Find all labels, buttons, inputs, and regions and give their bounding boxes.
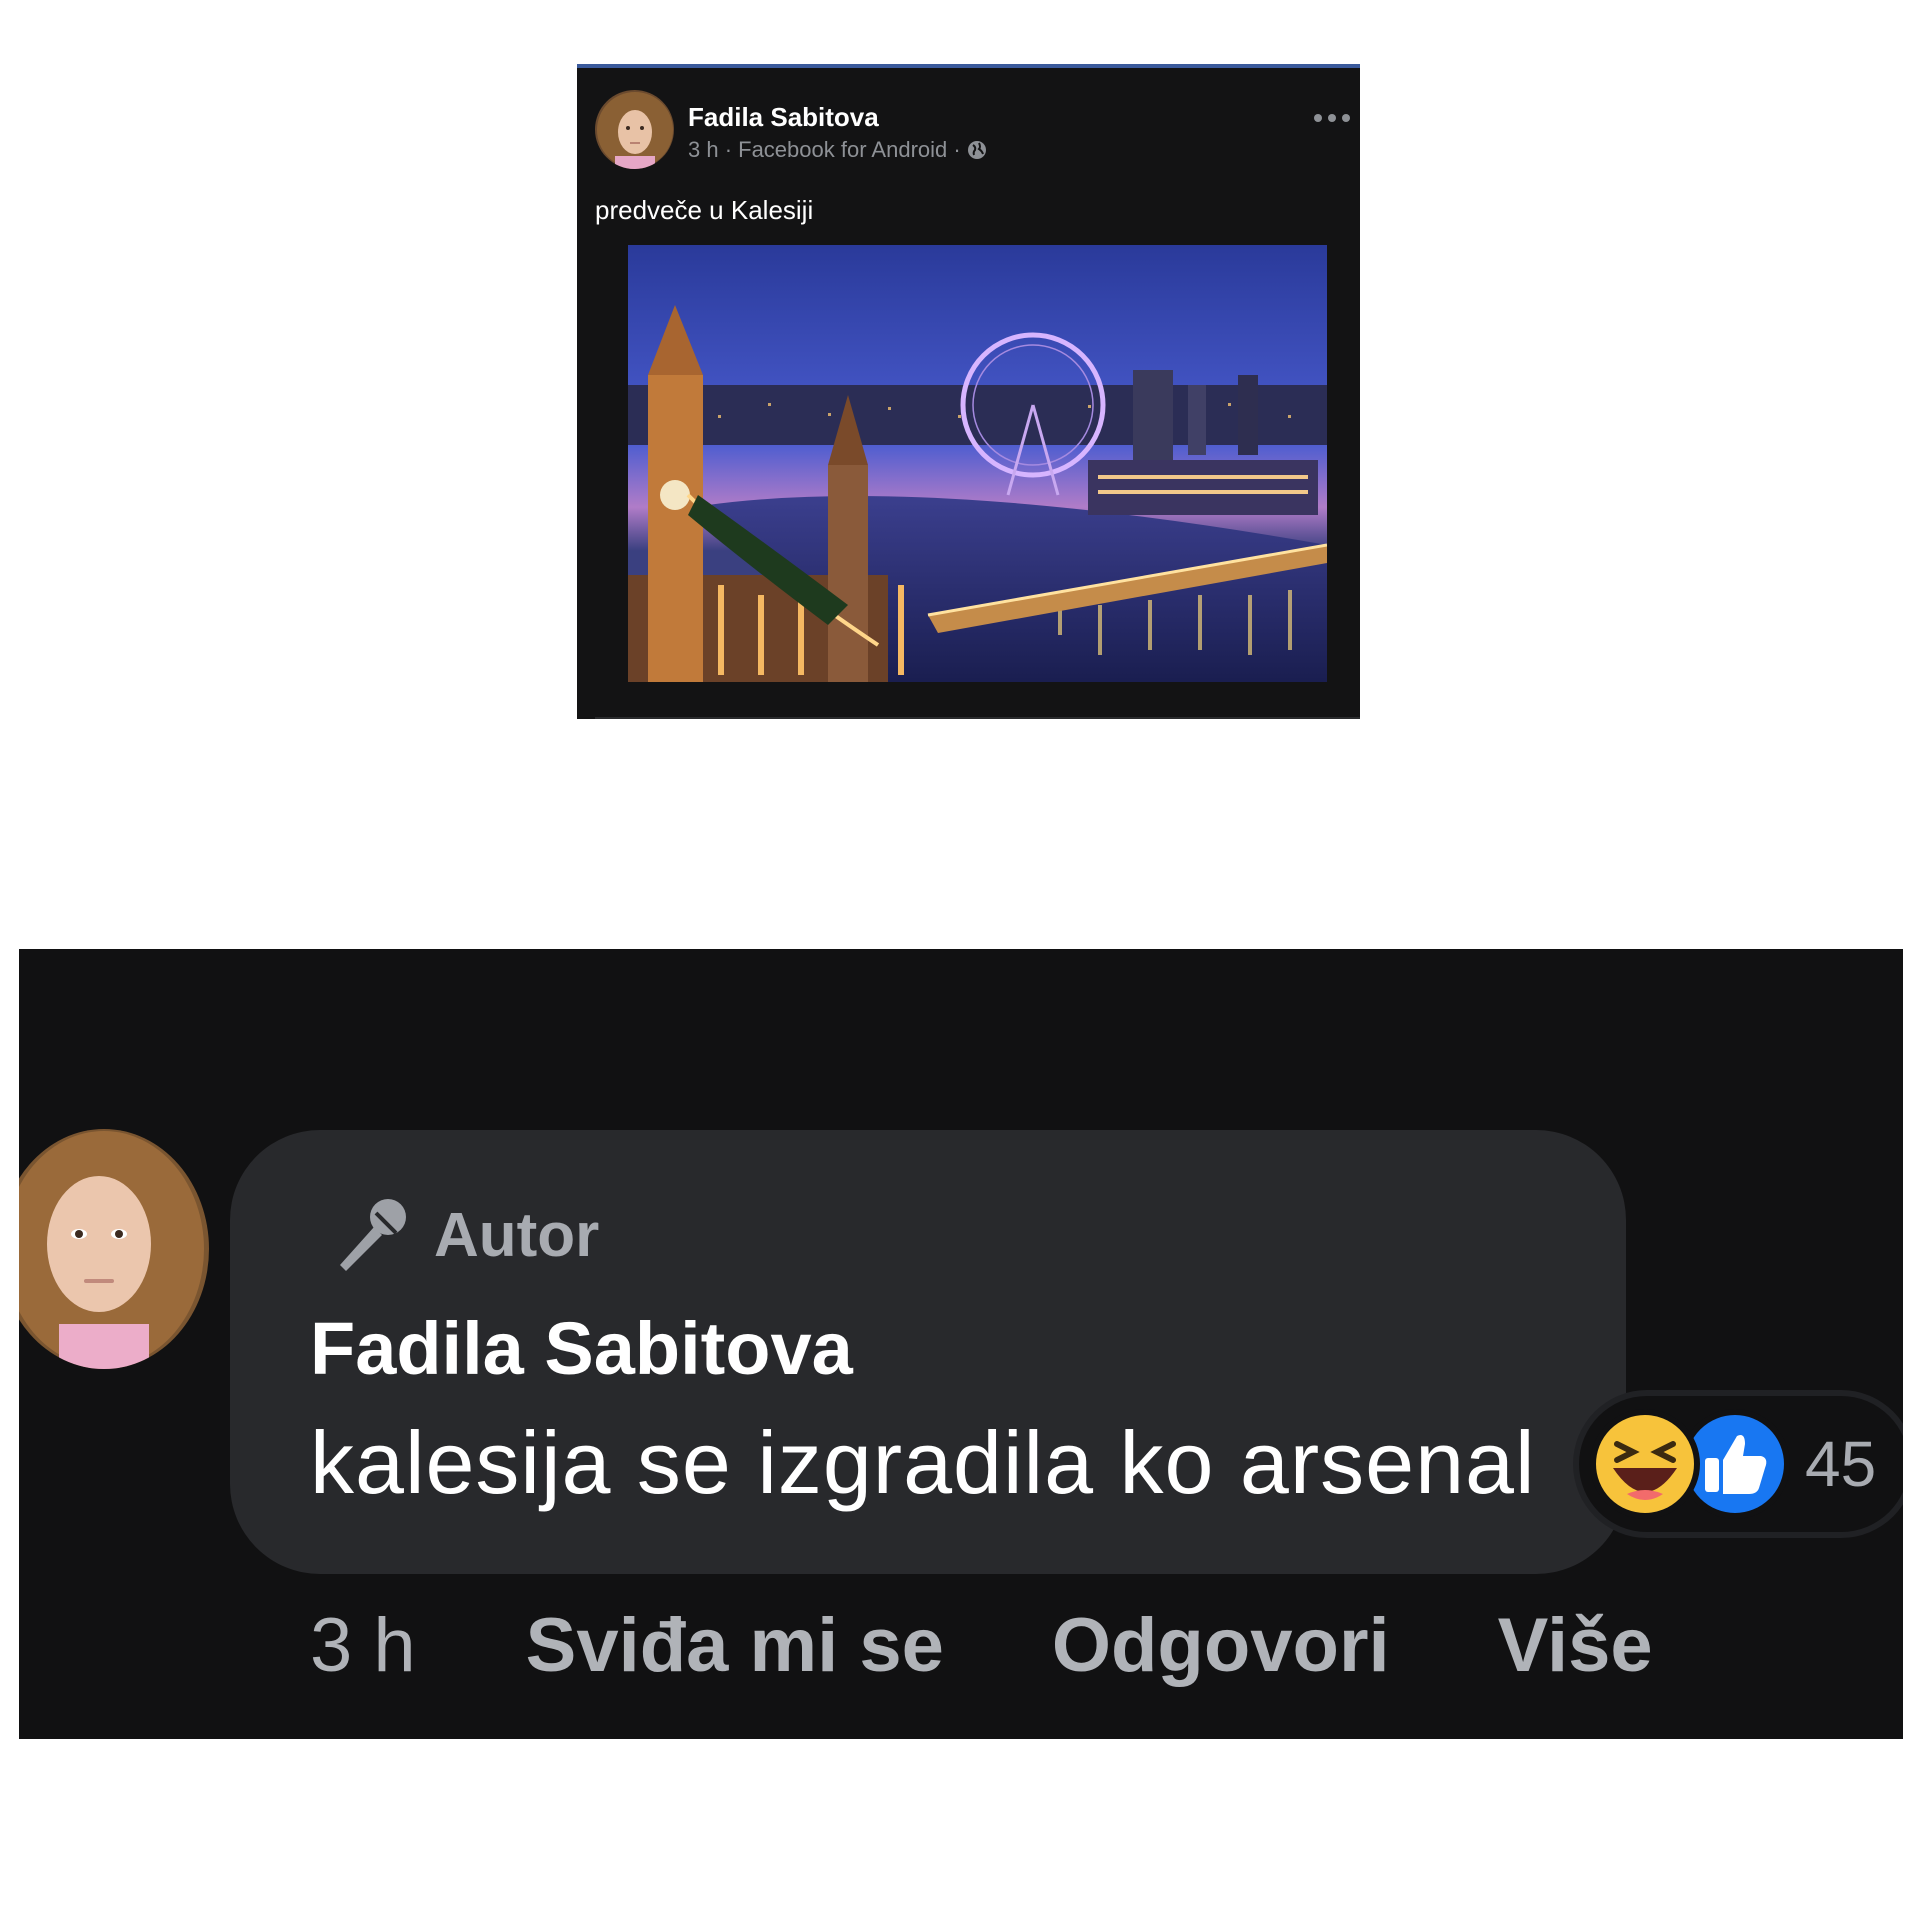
globe-icon[interactable]: [967, 140, 987, 160]
more-button[interactable]: Više: [1498, 1602, 1653, 1689]
post-meta: 3 h · Facebook for Android ·: [688, 137, 987, 163]
author-badge: Autor: [330, 1195, 599, 1275]
comment-bubble[interactable]: Autor Fadila Sabitova kalesija se izgrad…: [230, 1130, 1626, 1574]
author-avatar[interactable]: [595, 90, 674, 169]
post-text: predveče u Kalesiji: [595, 195, 814, 225]
more-dots-icon[interactable]: [1314, 112, 1350, 124]
comment-time[interactable]: 3 h: [310, 1602, 416, 1689]
post-divider: [595, 717, 1360, 719]
facebook-post: Fadila Sabitova 3 h · Facebook for Andro…: [577, 64, 1360, 719]
post-meta-text: 3 h · Facebook for Android ·: [688, 137, 961, 162]
reply-button[interactable]: Odgovori: [1052, 1602, 1390, 1689]
author-badge-label: Autor: [434, 1200, 600, 1270]
comment-actions: 3 h Sviđa mi se Odgovori Više: [310, 1602, 1653, 1689]
like-button[interactable]: Sviđa mi se: [526, 1602, 944, 1689]
reaction-count: 45: [1805, 1428, 1877, 1500]
commenter-avatar[interactable]: [19, 1129, 209, 1369]
post-photo[interactable]: [628, 245, 1327, 682]
comment-author-name[interactable]: Fadila Sabitova: [310, 1306, 853, 1391]
post-author-name[interactable]: Fadila Sabitova: [688, 102, 879, 133]
comment-text: kalesija se izgradila ko arsenal: [310, 1413, 1536, 1512]
haha-emoji-icon: [1589, 1408, 1701, 1520]
microphone-icon: [330, 1195, 410, 1275]
comment-panel: Autor Fadila Sabitova kalesija se izgrad…: [19, 949, 1903, 1739]
reaction-summary[interactable]: 45: [1579, 1396, 1903, 1532]
